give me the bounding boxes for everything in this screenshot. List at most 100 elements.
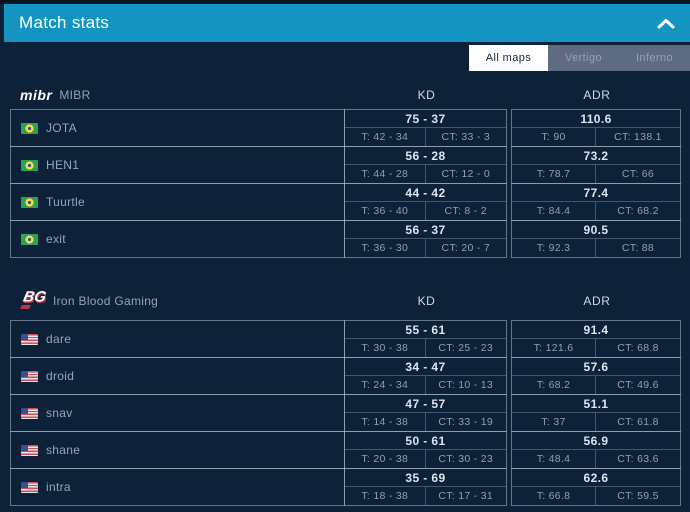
flag-br-icon [21,159,38,171]
adr-ct-side: CT: 138.1 [614,131,662,143]
kd-t-side: T: 42 - 34 [345,128,426,146]
adr-t-side: T: 121.6 [512,339,596,357]
adr-cell: 73.2 T: 78.7 CT: 66 [511,146,681,184]
adr-total: 91.4 [512,321,680,339]
player-row[interactable]: droid 34 - 47 T: 24 - 34 CT: 10 - 13 57.… [10,357,682,395]
player-row[interactable]: snav 47 - 57 T: 14 - 38 CT: 33 - 19 51.1… [10,394,682,432]
kd-t-side: T: 24 - 34 [345,376,426,394]
player-name: exit [46,232,66,246]
player-name-cell: droid [10,357,345,395]
kd-total: 56 - 28 [345,147,506,165]
adr-ct-side: CT: 61.8 [617,416,659,428]
adr-cell: 77.4 T: 84.4 CT: 68.2 [511,183,681,221]
player-row[interactable]: JOTA 75 - 37 T: 42 - 34 CT: 33 - 3 110.6… [10,109,682,147]
kd-total: 47 - 57 [345,395,506,413]
adr-ct-side: CT: 63.6 [617,453,659,465]
team-info-mibr: mibr MIBR [10,87,345,103]
kd-ct-side: CT: 30 - 23 [438,453,494,465]
kd-ct-side: CT: 10 - 13 [438,379,494,391]
kd-cell: 50 - 61 T: 20 - 38 CT: 30 - 23 [344,431,507,469]
kd-t-side: T: 30 - 38 [345,339,426,357]
flag-us-icon [21,481,38,493]
player-name-cell: exit [10,220,345,258]
flag-br-icon [21,233,38,245]
player-row[interactable]: intra 35 - 69 T: 18 - 38 CT: 17 - 31 62.… [10,468,682,506]
kd-ct-side: CT: 33 - 19 [438,416,494,428]
player-name: HEN1 [46,158,80,172]
adr-ct-side: CT: 88 [621,242,655,254]
adr-total: 51.1 [512,395,680,413]
kd-cell: 75 - 37 T: 42 - 34 CT: 33 - 3 [344,109,507,147]
player-name: snav [46,406,73,420]
iron-blood-gaming-logo-icon: BG BG [20,287,49,316]
mibr-player-rows: JOTA 75 - 37 T: 42 - 34 CT: 33 - 3 110.6… [10,109,682,258]
chevron-up-icon[interactable] [657,18,675,29]
adr-t-side: T: 68.2 [512,376,596,394]
player-name: droid [46,369,75,383]
team-header-ibg: BG BG Iron Blood Gaming KD ADR [10,284,682,318]
adr-total: 56.9 [512,432,680,450]
panel-header[interactable]: Match stats [4,4,690,42]
flag-us-icon [21,333,38,345]
adr-cell: 91.4 T: 121.6 CT: 68.8 [511,320,681,358]
panel-title: Match stats [19,13,110,32]
adr-cell: 110.6 T: 90 CT: 138.1 [511,109,681,147]
tab-inferno[interactable]: Inferno [619,45,690,71]
adr-cell: 51.1 T: 37 CT: 61.8 [511,394,681,432]
flag-br-icon [21,122,38,134]
kd-cell: 55 - 61 T: 30 - 38 CT: 25 - 23 [344,320,507,358]
flag-us-icon [21,407,38,419]
kd-ct-side: CT: 17 - 31 [438,490,494,502]
adr-column-header: ADR [583,294,611,308]
team-section-mibr: mibr MIBR KD ADR JOTA 75 - 37 T: 42 - 34… [10,83,682,258]
player-row[interactable]: shane 50 - 61 T: 20 - 38 CT: 30 - 23 56.… [10,431,682,469]
kd-total: 35 - 69 [345,469,506,487]
flag-us-icon [21,444,38,456]
adr-cell: 62.6 T: 66.8 CT: 59.5 [511,468,681,506]
ibg-player-rows: dare 55 - 61 T: 30 - 38 CT: 25 - 23 91.4… [10,320,682,506]
kd-cell: 34 - 47 T: 24 - 34 CT: 10 - 13 [344,357,507,395]
mibr-logo-icon: mibr [20,87,53,103]
kd-cell: 44 - 42 T: 36 - 40 CT: 8 - 2 [344,183,507,221]
adr-total: 90.5 [512,221,680,239]
kd-t-side: T: 36 - 40 [345,202,426,220]
adr-ct-side: CT: 49.6 [617,379,659,391]
team-name: Iron Blood Gaming [53,294,159,308]
kd-ct-side: CT: 12 - 0 [441,168,491,180]
adr-t-side: T: 37 [512,413,596,431]
adr-t-side: T: 84.4 [512,202,596,220]
player-row[interactable]: dare 55 - 61 T: 30 - 38 CT: 25 - 23 91.4… [10,320,682,358]
player-name-cell: dare [10,320,345,358]
player-name-cell: HEN1 [10,146,345,184]
player-name-cell: snav [10,394,345,432]
adr-t-side: T: 48.4 [512,450,596,468]
stats-content: mibr MIBR KD ADR JOTA 75 - 37 T: 42 - 34… [0,71,690,506]
player-name: JOTA [46,121,77,135]
adr-column-header: ADR [583,88,611,102]
adr-total: 73.2 [512,147,680,165]
kd-total: 44 - 42 [345,184,506,202]
adr-cell: 57.6 T: 68.2 CT: 49.6 [511,357,681,395]
adr-t-side: T: 92.3 [512,239,596,257]
adr-ct-side: CT: 59.5 [617,490,659,502]
adr-total: 77.4 [512,184,680,202]
kd-total: 75 - 37 [345,110,506,128]
adr-cell: 90.5 T: 92.3 CT: 88 [511,220,681,258]
adr-ct-side: CT: 68.2 [617,205,659,217]
kd-t-side: T: 36 - 30 [345,239,426,257]
kd-cell: 56 - 37 T: 36 - 30 CT: 20 - 7 [344,220,507,258]
adr-t-side: T: 66.8 [512,487,596,505]
player-name-cell: intra [10,468,345,506]
kd-ct-side: CT: 25 - 23 [438,342,494,354]
kd-ct-side: CT: 33 - 3 [441,131,491,143]
kd-t-side: T: 44 - 28 [345,165,426,183]
svg-text:BG: BG [22,288,46,305]
player-row[interactable]: exit 56 - 37 T: 36 - 30 CT: 20 - 7 90.5 … [10,220,682,258]
player-row[interactable]: Tuurtle 44 - 42 T: 36 - 40 CT: 8 - 2 77.… [10,183,682,221]
player-name: intra [46,480,71,494]
tab-vertigo[interactable]: Vertigo [548,45,619,71]
player-row[interactable]: HEN1 56 - 28 T: 44 - 28 CT: 12 - 0 73.2 … [10,146,682,184]
tab-all-maps[interactable]: All maps [469,45,548,71]
flag-us-icon [21,370,38,382]
kd-total: 50 - 61 [345,432,506,450]
